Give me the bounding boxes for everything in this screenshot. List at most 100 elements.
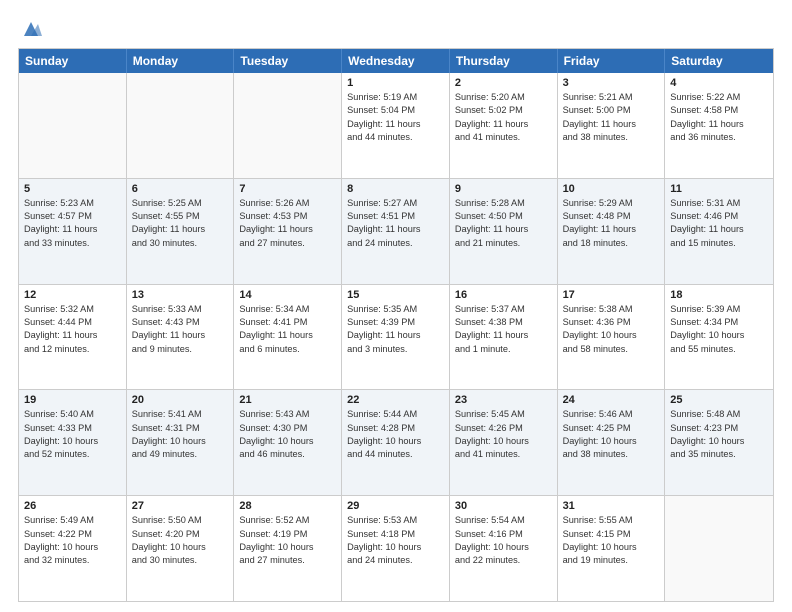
day-number-6: 6 [132, 183, 229, 195]
day-info-21: Sunrise: 5:43 AM Sunset: 4:30 PM Dayligh… [239, 408, 336, 461]
day-info-26: Sunrise: 5:49 AM Sunset: 4:22 PM Dayligh… [24, 514, 121, 567]
day-info-7: Sunrise: 5:26 AM Sunset: 4:53 PM Dayligh… [239, 197, 336, 250]
calendar: SundayMondayTuesdayWednesdayThursdayFrid… [18, 48, 774, 602]
day-info-30: Sunrise: 5:54 AM Sunset: 4:16 PM Dayligh… [455, 514, 552, 567]
day-number-20: 20 [132, 394, 229, 406]
day-cell-30: 30 Sunrise: 5:54 AM Sunset: 4:16 PM Dayli… [450, 496, 558, 601]
day-cell-28: 28 Sunrise: 5:52 AM Sunset: 4:19 PM Dayli… [234, 496, 342, 601]
day-cell-11: 11Sunrise: 5:31 AM Sunset: 4:46 PM Dayli… [665, 179, 773, 284]
day-cell-10: 10 Sunrise: 5:29 AM Sunset: 4:48 PM Dayli… [558, 179, 666, 284]
day-number-1: 1 [347, 77, 444, 89]
day-number-25: 25 [670, 394, 768, 406]
day-info-17: Sunrise: 5:38 AM Sunset: 4:36 PM Dayligh… [563, 303, 660, 356]
day-number-5: 5 [24, 183, 121, 195]
day-info-13: Sunrise: 5:33 AM Sunset: 4:43 PM Dayligh… [132, 303, 229, 356]
day-info-29: Sunrise: 5:53 AM Sunset: 4:18 PM Dayligh… [347, 514, 444, 567]
day-info-5: Sunrise: 5:23 AM Sunset: 4:57 PM Dayligh… [24, 197, 121, 250]
day-info-11: Sunrise: 5:31 AM Sunset: 4:46 PM Dayligh… [670, 197, 768, 250]
day-number-10: 10 [563, 183, 660, 195]
day-info-19: Sunrise: 5:40 AM Sunset: 4:33 PM Dayligh… [24, 408, 121, 461]
day-cell-31: 31 Sunrise: 5:55 AM Sunset: 4:15 PM Dayli… [558, 496, 666, 601]
day-number-9: 9 [455, 183, 552, 195]
day-cell-22: 22Sunrise: 5:44 AM Sunset: 4:28 PM Dayli… [342, 390, 450, 495]
day-cell-15: 15 Sunrise: 5:35 AM Sunset: 4:39 PM Dayli… [342, 285, 450, 390]
day-cell-12: 12 Sunrise: 5:32 AM Sunset: 4:44 PM Dayli… [19, 285, 127, 390]
day-number-8: 8 [347, 183, 444, 195]
day-number-29: 29 [347, 500, 444, 512]
day-number-31: 31 [563, 500, 660, 512]
calendar-row-2: 12 Sunrise: 5:32 AM Sunset: 4:44 PM Dayli… [19, 284, 773, 390]
day-info-25: Sunrise: 5:48 AM Sunset: 4:23 PM Dayligh… [670, 408, 768, 461]
day-number-26: 26 [24, 500, 121, 512]
day-number-22: 22 [347, 394, 444, 406]
calendar-row-1: 5 Sunrise: 5:23 AM Sunset: 4:57 PM Daylig… [19, 178, 773, 284]
day-cell-8: 8 Sunrise: 5:27 AM Sunset: 4:51 PM Daylig… [342, 179, 450, 284]
empty-cell-0-2 [234, 73, 342, 178]
header-sunday: Sunday [19, 49, 127, 73]
day-info-6: Sunrise: 5:25 AM Sunset: 4:55 PM Dayligh… [132, 197, 229, 250]
day-number-12: 12 [24, 289, 121, 301]
day-cell-7: 7 Sunrise: 5:26 AM Sunset: 4:53 PM Daylig… [234, 179, 342, 284]
day-cell-4: 4 Sunrise: 5:22 AM Sunset: 4:58 PM Daylig… [665, 73, 773, 178]
day-cell-24: 24Sunrise: 5:46 AM Sunset: 4:25 PM Dayli… [558, 390, 666, 495]
day-cell-9: 9 Sunrise: 5:28 AM Sunset: 4:50 PM Daylig… [450, 179, 558, 284]
day-number-23: 23 [455, 394, 552, 406]
day-cell-18: 18Sunrise: 5:39 AM Sunset: 4:34 PM Dayli… [665, 285, 773, 390]
calendar-header: SundayMondayTuesdayWednesdayThursdayFrid… [19, 49, 773, 73]
day-cell-2: 2 Sunrise: 5:20 AM Sunset: 5:02 PM Daylig… [450, 73, 558, 178]
day-info-20: Sunrise: 5:41 AM Sunset: 4:31 PM Dayligh… [132, 408, 229, 461]
day-info-9: Sunrise: 5:28 AM Sunset: 4:50 PM Dayligh… [455, 197, 552, 250]
day-info-4: Sunrise: 5:22 AM Sunset: 4:58 PM Dayligh… [670, 91, 768, 144]
day-info-1: Sunrise: 5:19 AM Sunset: 5:04 PM Dayligh… [347, 91, 444, 144]
header [18, 18, 774, 38]
header-monday: Monday [127, 49, 235, 73]
day-info-10: Sunrise: 5:29 AM Sunset: 4:48 PM Dayligh… [563, 197, 660, 250]
header-thursday: Thursday [450, 49, 558, 73]
calendar-body: 1 Sunrise: 5:19 AM Sunset: 5:04 PM Daylig… [19, 73, 773, 601]
day-cell-25: 25 Sunrise: 5:48 AM Sunset: 4:23 PM Dayli… [665, 390, 773, 495]
day-info-15: Sunrise: 5:35 AM Sunset: 4:39 PM Dayligh… [347, 303, 444, 356]
calendar-row-3: 19 Sunrise: 5:40 AM Sunset: 4:33 PM Dayli… [19, 389, 773, 495]
day-number-21: 21 [239, 394, 336, 406]
day-cell-17: 17 Sunrise: 5:38 AM Sunset: 4:36 PM Dayli… [558, 285, 666, 390]
day-number-4: 4 [670, 77, 768, 89]
header-saturday: Saturday [665, 49, 773, 73]
day-info-28: Sunrise: 5:52 AM Sunset: 4:19 PM Dayligh… [239, 514, 336, 567]
day-number-17: 17 [563, 289, 660, 301]
header-wednesday: Wednesday [342, 49, 450, 73]
day-cell-14: 14Sunrise: 5:34 AM Sunset: 4:41 PM Dayli… [234, 285, 342, 390]
day-number-19: 19 [24, 394, 121, 406]
day-info-16: Sunrise: 5:37 AM Sunset: 4:38 PM Dayligh… [455, 303, 552, 356]
header-friday: Friday [558, 49, 666, 73]
page: SundayMondayTuesdayWednesdayThursdayFrid… [0, 0, 792, 612]
day-number-14: 14 [239, 289, 336, 301]
day-cell-20: 20 Sunrise: 5:41 AM Sunset: 4:31 PM Dayli… [127, 390, 235, 495]
day-info-18: Sunrise: 5:39 AM Sunset: 4:34 PM Dayligh… [670, 303, 768, 356]
header-tuesday: Tuesday [234, 49, 342, 73]
day-cell-13: 13 Sunrise: 5:33 AM Sunset: 4:43 PM Dayli… [127, 285, 235, 390]
logo-icon [20, 18, 42, 40]
day-cell-5: 5 Sunrise: 5:23 AM Sunset: 4:57 PM Daylig… [19, 179, 127, 284]
empty-cell-4-6 [665, 496, 773, 601]
calendar-row-0: 1 Sunrise: 5:19 AM Sunset: 5:04 PM Daylig… [19, 73, 773, 178]
day-info-12: Sunrise: 5:32 AM Sunset: 4:44 PM Dayligh… [24, 303, 121, 356]
day-cell-16: 16Sunrise: 5:37 AM Sunset: 4:38 PM Dayli… [450, 285, 558, 390]
day-number-7: 7 [239, 183, 336, 195]
day-number-30: 30 [455, 500, 552, 512]
day-cell-23: 23 Sunrise: 5:45 AM Sunset: 4:26 PM Dayli… [450, 390, 558, 495]
day-info-31: Sunrise: 5:55 AM Sunset: 4:15 PM Dayligh… [563, 514, 660, 567]
empty-cell-0-0 [19, 73, 127, 178]
day-number-2: 2 [455, 77, 552, 89]
day-cell-6: 6 Sunrise: 5:25 AM Sunset: 4:55 PM Daylig… [127, 179, 235, 284]
day-info-27: Sunrise: 5:50 AM Sunset: 4:20 PM Dayligh… [132, 514, 229, 567]
day-number-15: 15 [347, 289, 444, 301]
day-info-24: Sunrise: 5:46 AM Sunset: 4:25 PM Dayligh… [563, 408, 660, 461]
logo [18, 18, 42, 38]
day-info-2: Sunrise: 5:20 AM Sunset: 5:02 PM Dayligh… [455, 91, 552, 144]
day-number-13: 13 [132, 289, 229, 301]
day-number-3: 3 [563, 77, 660, 89]
day-number-28: 28 [239, 500, 336, 512]
day-info-3: Sunrise: 5:21 AM Sunset: 5:00 PM Dayligh… [563, 91, 660, 144]
day-info-8: Sunrise: 5:27 AM Sunset: 4:51 PM Dayligh… [347, 197, 444, 250]
day-info-23: Sunrise: 5:45 AM Sunset: 4:26 PM Dayligh… [455, 408, 552, 461]
